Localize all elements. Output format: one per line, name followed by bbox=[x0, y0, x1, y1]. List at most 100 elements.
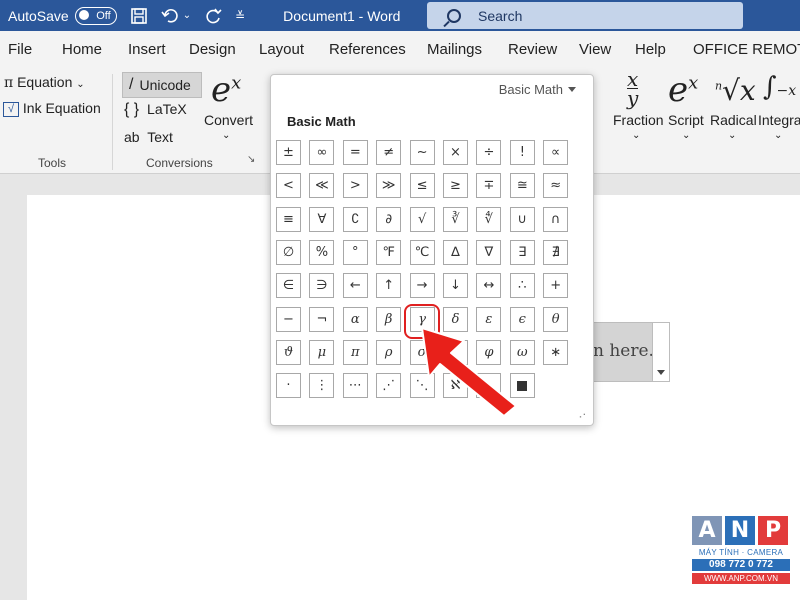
symbol-button[interactable]: ∄ bbox=[543, 239, 569, 265]
menu-view[interactable]: View bbox=[579, 41, 611, 58]
resize-grip-icon[interactable]: ⠠⠂ bbox=[576, 410, 589, 421]
convert-button[interactable]: Convert bbox=[204, 112, 253, 128]
symbol-button[interactable]: ≡ bbox=[276, 206, 301, 232]
symbol-button[interactable]: ∆ bbox=[443, 239, 468, 265]
autosave-toggle[interactable]: Off bbox=[74, 6, 117, 25]
menu-file[interactable]: File bbox=[8, 41, 32, 58]
menu-references[interactable]: References bbox=[329, 41, 406, 58]
symbol-button[interactable]: ≈ bbox=[543, 173, 569, 199]
ink-equation-button[interactable]: √ Ink Equation bbox=[3, 100, 101, 117]
symbol-button[interactable]: ÷ bbox=[476, 140, 502, 165]
dialog-launcher-icon[interactable]: ↘ bbox=[247, 154, 255, 165]
redo-icon[interactable] bbox=[204, 7, 222, 25]
text-button[interactable]: ab Text bbox=[124, 129, 173, 145]
symbol-button[interactable]: ⋰ bbox=[376, 373, 402, 399]
symbol-button[interactable]: √ bbox=[409, 206, 435, 232]
latex-button[interactable]: { } LaTeX bbox=[124, 101, 187, 119]
integral-button[interactable]: Integra bbox=[758, 112, 800, 128]
save-icon[interactable] bbox=[130, 7, 148, 25]
menu-help[interactable]: Help bbox=[635, 41, 666, 58]
symbol-button[interactable]: ≫ bbox=[376, 173, 402, 199]
symbol-button[interactable]: ℉ bbox=[376, 239, 402, 265]
radical-icon[interactable]: n√x bbox=[715, 74, 756, 107]
symbol-button[interactable]: ∛ bbox=[443, 206, 468, 232]
symbol-button[interactable]: μ bbox=[309, 339, 335, 365]
chevron-down-icon[interactable]: ⌄ bbox=[774, 130, 782, 141]
equation-options-dropdown[interactable] bbox=[652, 322, 670, 382]
symbol-button[interactable]: − bbox=[276, 306, 301, 332]
symbol-button[interactable]: ∃ bbox=[509, 239, 535, 265]
symbol-button[interactable]: ∞ bbox=[309, 140, 335, 165]
symbol-button[interactable]: ≪ bbox=[309, 173, 335, 199]
symbol-button[interactable]: < bbox=[276, 173, 301, 199]
menu-home[interactable]: Home bbox=[62, 41, 102, 58]
symbol-button[interactable]: ± bbox=[276, 140, 301, 165]
chevron-down-icon[interactable]: ⌄ bbox=[728, 130, 736, 141]
chevron-down-icon[interactable]: ⌄ bbox=[682, 130, 690, 141]
symbol-button[interactable]: ¬ bbox=[309, 306, 335, 332]
symbol-button[interactable]: ∝ bbox=[543, 140, 569, 165]
symbol-button[interactable]: ℃ bbox=[409, 239, 435, 265]
symbol-button[interactable]: = bbox=[342, 140, 368, 165]
integral-icon[interactable]: ∫−x bbox=[763, 72, 796, 102]
symbol-button[interactable]: × bbox=[443, 140, 468, 165]
fraction-button[interactable]: Fraction bbox=[613, 112, 664, 128]
symbol-button[interactable]: % bbox=[309, 239, 335, 265]
symbol-button[interactable]: ↓ bbox=[443, 273, 468, 299]
undo-dropdown-icon[interactable]: ⌄ bbox=[183, 10, 191, 21]
symbol-button[interactable]: + bbox=[543, 273, 569, 299]
symbol-button[interactable]: → bbox=[409, 273, 435, 299]
symbol-button[interactable]: π bbox=[342, 339, 368, 365]
symbol-button[interactable]: ∀ bbox=[309, 206, 335, 232]
chevron-down-icon[interactable]: ⌄ bbox=[632, 130, 640, 141]
symbol-button[interactable]: ∴ bbox=[509, 273, 535, 299]
symbol-category-dropdown[interactable]: Basic Math bbox=[499, 82, 576, 97]
menu-design[interactable]: Design bbox=[189, 41, 236, 58]
symbol-button[interactable]: ∂ bbox=[376, 206, 402, 232]
fraction-icon[interactable]: xy bbox=[627, 69, 639, 108]
symbol-button[interactable]: ↑ bbox=[376, 273, 402, 299]
symbol-button[interactable]: ∈ bbox=[276, 273, 301, 299]
symbol-button[interactable]: α bbox=[342, 306, 368, 332]
symbol-button[interactable]: ≅ bbox=[509, 173, 535, 199]
symbol-button[interactable]: ≤ bbox=[409, 173, 435, 199]
symbol-button[interactable]: ∋ bbox=[309, 273, 335, 299]
radical-button[interactable]: Radical bbox=[710, 112, 757, 128]
symbol-button[interactable]: ⋮ bbox=[309, 373, 335, 399]
symbol-button[interactable]: ϑ bbox=[276, 339, 301, 365]
symbol-button[interactable]: ρ bbox=[376, 339, 402, 365]
symbol-button[interactable]: · bbox=[276, 373, 301, 399]
symbol-button[interactable]: ⋯ bbox=[342, 373, 368, 399]
symbol-button[interactable]: ← bbox=[342, 273, 368, 299]
symbol-button[interactable]: ∜ bbox=[476, 206, 502, 232]
symbol-button[interactable]: ∇ bbox=[476, 239, 502, 265]
symbol-button[interactable]: ∓ bbox=[476, 173, 502, 199]
menu-review[interactable]: Review bbox=[508, 41, 557, 58]
symbol-button[interactable]: ∪ bbox=[509, 206, 535, 232]
symbol-button[interactable]: ↔ bbox=[476, 273, 502, 299]
symbol-button[interactable]: > bbox=[342, 173, 368, 199]
symbol-button[interactable]: θ bbox=[543, 306, 569, 332]
symbol-button[interactable]: ~ bbox=[409, 140, 435, 165]
symbol-button[interactable]: ∩ bbox=[543, 206, 569, 232]
script-button[interactable]: Script bbox=[668, 112, 704, 128]
symbol-button[interactable]: ° bbox=[342, 239, 368, 265]
symbol-button[interactable]: ∗ bbox=[543, 339, 569, 365]
customize-toolbar-icon[interactable]: ≚ bbox=[235, 10, 245, 22]
symbol-button[interactable]: β bbox=[376, 306, 402, 332]
unicode-button[interactable]: / Unicode bbox=[122, 72, 202, 98]
symbol-button[interactable]: ∅ bbox=[276, 239, 301, 265]
undo-icon[interactable] bbox=[161, 7, 181, 25]
menu-layout[interactable]: Layout bbox=[259, 41, 304, 58]
menu-office-remote[interactable]: OFFICE REMOTE bbox=[693, 41, 800, 58]
symbol-button[interactable]: ! bbox=[509, 140, 535, 165]
symbol-button[interactable]: ≠ bbox=[376, 140, 402, 165]
convert-icon[interactable]: ex bbox=[211, 70, 241, 110]
menu-insert[interactable]: Insert bbox=[128, 41, 166, 58]
symbol-button[interactable]: ∁ bbox=[342, 206, 368, 232]
symbol-button[interactable]: ≥ bbox=[443, 173, 468, 199]
equation-button[interactable]: π Equation ⌄ bbox=[4, 74, 85, 91]
search-box[interactable]: Search bbox=[427, 2, 743, 29]
script-icon[interactable]: ex bbox=[668, 70, 698, 110]
chevron-down-icon[interactable]: ⌄ bbox=[222, 130, 230, 141]
